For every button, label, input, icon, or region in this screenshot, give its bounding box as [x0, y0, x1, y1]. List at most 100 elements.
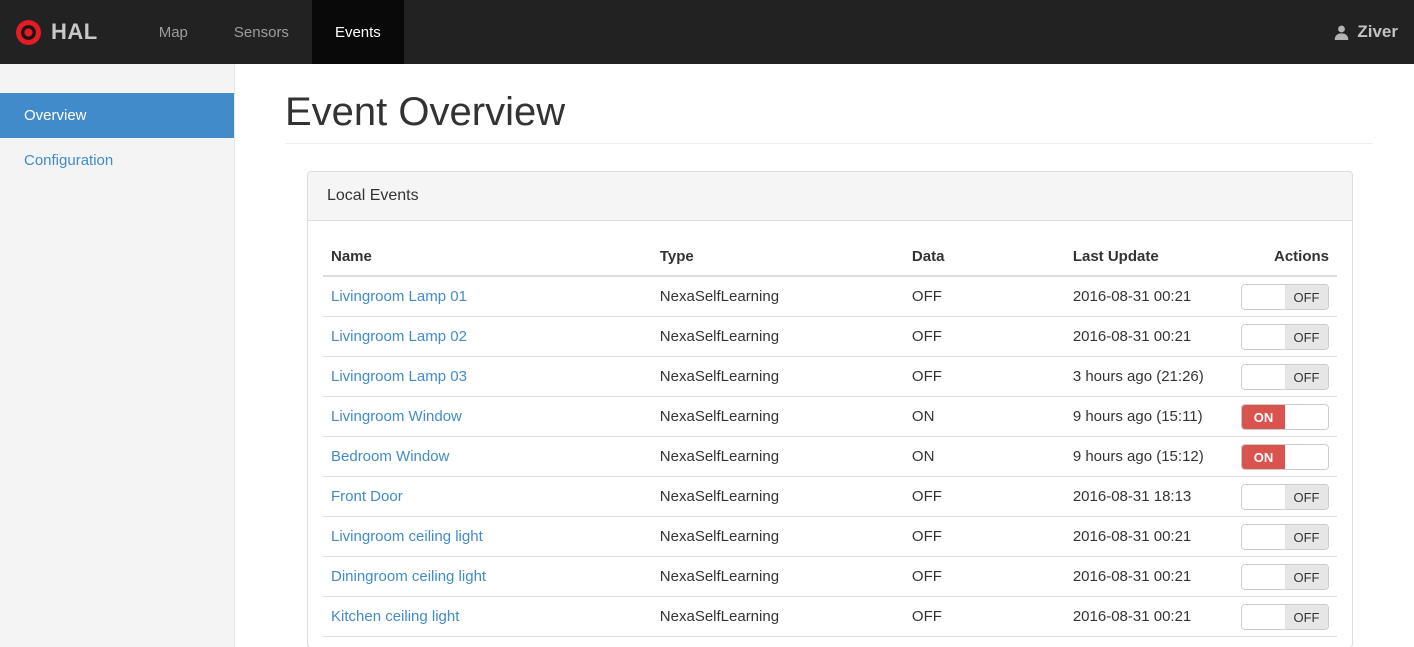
event-data: OFF: [903, 356, 1065, 397]
event-last-update: 3 hours ago (21:26): [1064, 356, 1233, 397]
event-data: OFF: [903, 275, 1065, 317]
panel-body: Name Type Data Last Update Actions Livin…: [308, 221, 1352, 647]
toggle-on-label: [1242, 285, 1285, 309]
table-row: Diningroom ceiling light NexaSelfLearnin…: [323, 556, 1337, 597]
toggle-off-label: OFF: [1285, 485, 1328, 509]
top-navbar: HAL Map Sensors Events Ziver: [0, 0, 1414, 64]
toggle-off-label: OFF: [1285, 525, 1328, 549]
event-data: OFF: [903, 596, 1065, 637]
nav-item-events[interactable]: Events: [311, 0, 404, 64]
event-last-update: 9 hours ago (15:11): [1064, 396, 1233, 437]
table-row: Livingroom ceiling light NexaSelfLearnin…: [323, 516, 1337, 557]
event-type: NexaSelfLearning: [651, 436, 904, 477]
toggle-switch[interactable]: OFF: [1241, 364, 1329, 390]
event-type: NexaSelfLearning: [651, 396, 904, 437]
toggle-switch[interactable]: OFF: [1241, 564, 1329, 590]
toggle-on-label: [1242, 605, 1285, 629]
nav-item-map[interactable]: Map: [136, 0, 211, 64]
event-data: OFF: [903, 316, 1065, 357]
user-menu[interactable]: Ziver: [1333, 0, 1414, 64]
brand[interactable]: HAL: [0, 0, 114, 64]
event-last-update: 2016-08-31 18:13: [1064, 476, 1233, 517]
toggle-off-label: OFF: [1285, 365, 1328, 389]
table-row: Livingroom Lamp 03 NexaSelfLearning OFF …: [323, 356, 1337, 397]
event-name-link[interactable]: Kitchen ceiling light: [331, 608, 459, 625]
toggle-switch[interactable]: OFF: [1241, 604, 1329, 630]
event-name-link[interactable]: Livingroom Lamp 03: [331, 368, 467, 385]
event-name-link[interactable]: Diningroom ceiling light: [331, 568, 486, 585]
event-type: NexaSelfLearning: [651, 316, 904, 357]
toggle-on-label: ON: [1242, 445, 1285, 469]
toggle-switch[interactable]: OFF: [1241, 524, 1329, 550]
sidebar-item-label: Overview: [24, 107, 87, 124]
toggle-on-label: [1242, 325, 1285, 349]
column-header-actions: Actions: [1232, 236, 1337, 277]
toggle-on-label: [1242, 365, 1285, 389]
event-last-update: 2016-08-31 00:21: [1064, 516, 1233, 557]
toggle-switch[interactable]: OFF: [1241, 324, 1329, 350]
event-type: NexaSelfLearning: [651, 356, 904, 397]
toggle-off-label: OFF: [1285, 565, 1328, 589]
event-last-update: 9 hours ago (15:12): [1064, 436, 1233, 477]
main-nav: Map Sensors Events: [136, 0, 404, 64]
event-last-update: 2016-08-31 00:21: [1064, 596, 1233, 637]
events-table-body: Livingroom Lamp 01 NexaSelfLearning OFF …: [323, 275, 1337, 637]
sidebar-item-configuration[interactable]: Configuration: [0, 138, 234, 183]
user-name: Ziver: [1357, 22, 1398, 41]
event-last-update: 2016-08-31 00:21: [1064, 556, 1233, 597]
toggle-off-label: OFF: [1285, 325, 1328, 349]
bullseye-icon: [15, 19, 42, 46]
toggle-switch[interactable]: ON: [1241, 444, 1329, 470]
toggle-on-label: ON: [1242, 405, 1285, 429]
event-data: OFF: [903, 556, 1065, 597]
toggle-switch[interactable]: OFF: [1241, 484, 1329, 510]
local-events-panel: Local Events Name Type Data Last Update …: [307, 171, 1353, 647]
column-header-name: Name: [323, 236, 652, 277]
event-type: NexaSelfLearning: [651, 516, 904, 557]
table-row: Bedroom Window NexaSelfLearning ON 9 hou…: [323, 436, 1337, 477]
event-last-update: 2016-08-31 00:21: [1064, 275, 1233, 317]
event-name-link[interactable]: Livingroom Lamp 02: [331, 328, 467, 345]
toggle-switch[interactable]: OFF: [1241, 284, 1329, 310]
nav-item-label: Map: [158, 23, 188, 41]
toggle-on-label: [1242, 525, 1285, 549]
event-type: NexaSelfLearning: [651, 556, 904, 597]
toggle-off-label: [1285, 445, 1328, 469]
table-row: Kitchen ceiling light NexaSelfLearning O…: [323, 596, 1337, 637]
page-title: Event Overview: [285, 90, 1373, 144]
brand-label: HAL: [51, 19, 98, 44]
user-icon: [1333, 24, 1350, 41]
event-last-update: 2016-08-31 00:21: [1064, 316, 1233, 357]
column-header-type: Type: [651, 236, 904, 277]
sidebar-item-overview[interactable]: Overview: [0, 93, 234, 138]
nav-item-label: Events: [334, 23, 381, 41]
event-name-link[interactable]: Front Door: [331, 488, 403, 505]
column-header-data: Data: [903, 236, 1065, 277]
column-header-last-update: Last Update: [1064, 236, 1233, 277]
nav-item-sensors[interactable]: Sensors: [211, 0, 312, 64]
sidebar-item-label: Configuration: [24, 152, 114, 169]
table-row: Livingroom Lamp 01 NexaSelfLearning OFF …: [323, 275, 1337, 317]
toggle-off-label: OFF: [1285, 285, 1328, 309]
event-data: ON: [903, 396, 1065, 437]
event-type: NexaSelfLearning: [651, 476, 904, 517]
toggle-off-label: [1285, 405, 1328, 429]
events-table: Name Type Data Last Update Actions Livin…: [323, 236, 1337, 637]
toggle-switch[interactable]: ON: [1241, 404, 1329, 430]
table-row: Livingroom Lamp 02 NexaSelfLearning OFF …: [323, 316, 1337, 357]
table-row: Livingroom Window NexaSelfLearning ON 9 …: [323, 396, 1337, 437]
event-name-link[interactable]: Livingroom Lamp 01: [331, 288, 467, 305]
event-data: OFF: [903, 516, 1065, 557]
event-name-link[interactable]: Livingroom Window: [331, 408, 462, 425]
table-row: Front Door NexaSelfLearning OFF 2016-08-…: [323, 476, 1337, 517]
event-data: ON: [903, 436, 1065, 477]
main-content: Event Overview Local Events Name Type Da…: [235, 64, 1414, 647]
toggle-on-label: [1242, 485, 1285, 509]
event-type: NexaSelfLearning: [651, 275, 904, 317]
event-data: OFF: [903, 476, 1065, 517]
nav-item-label: Sensors: [233, 23, 289, 41]
event-name-link[interactable]: Livingroom ceiling light: [331, 528, 483, 545]
event-name-link[interactable]: Bedroom Window: [331, 448, 449, 465]
toggle-on-label: [1242, 565, 1285, 589]
sidebar: Overview Configuration: [0, 64, 235, 647]
